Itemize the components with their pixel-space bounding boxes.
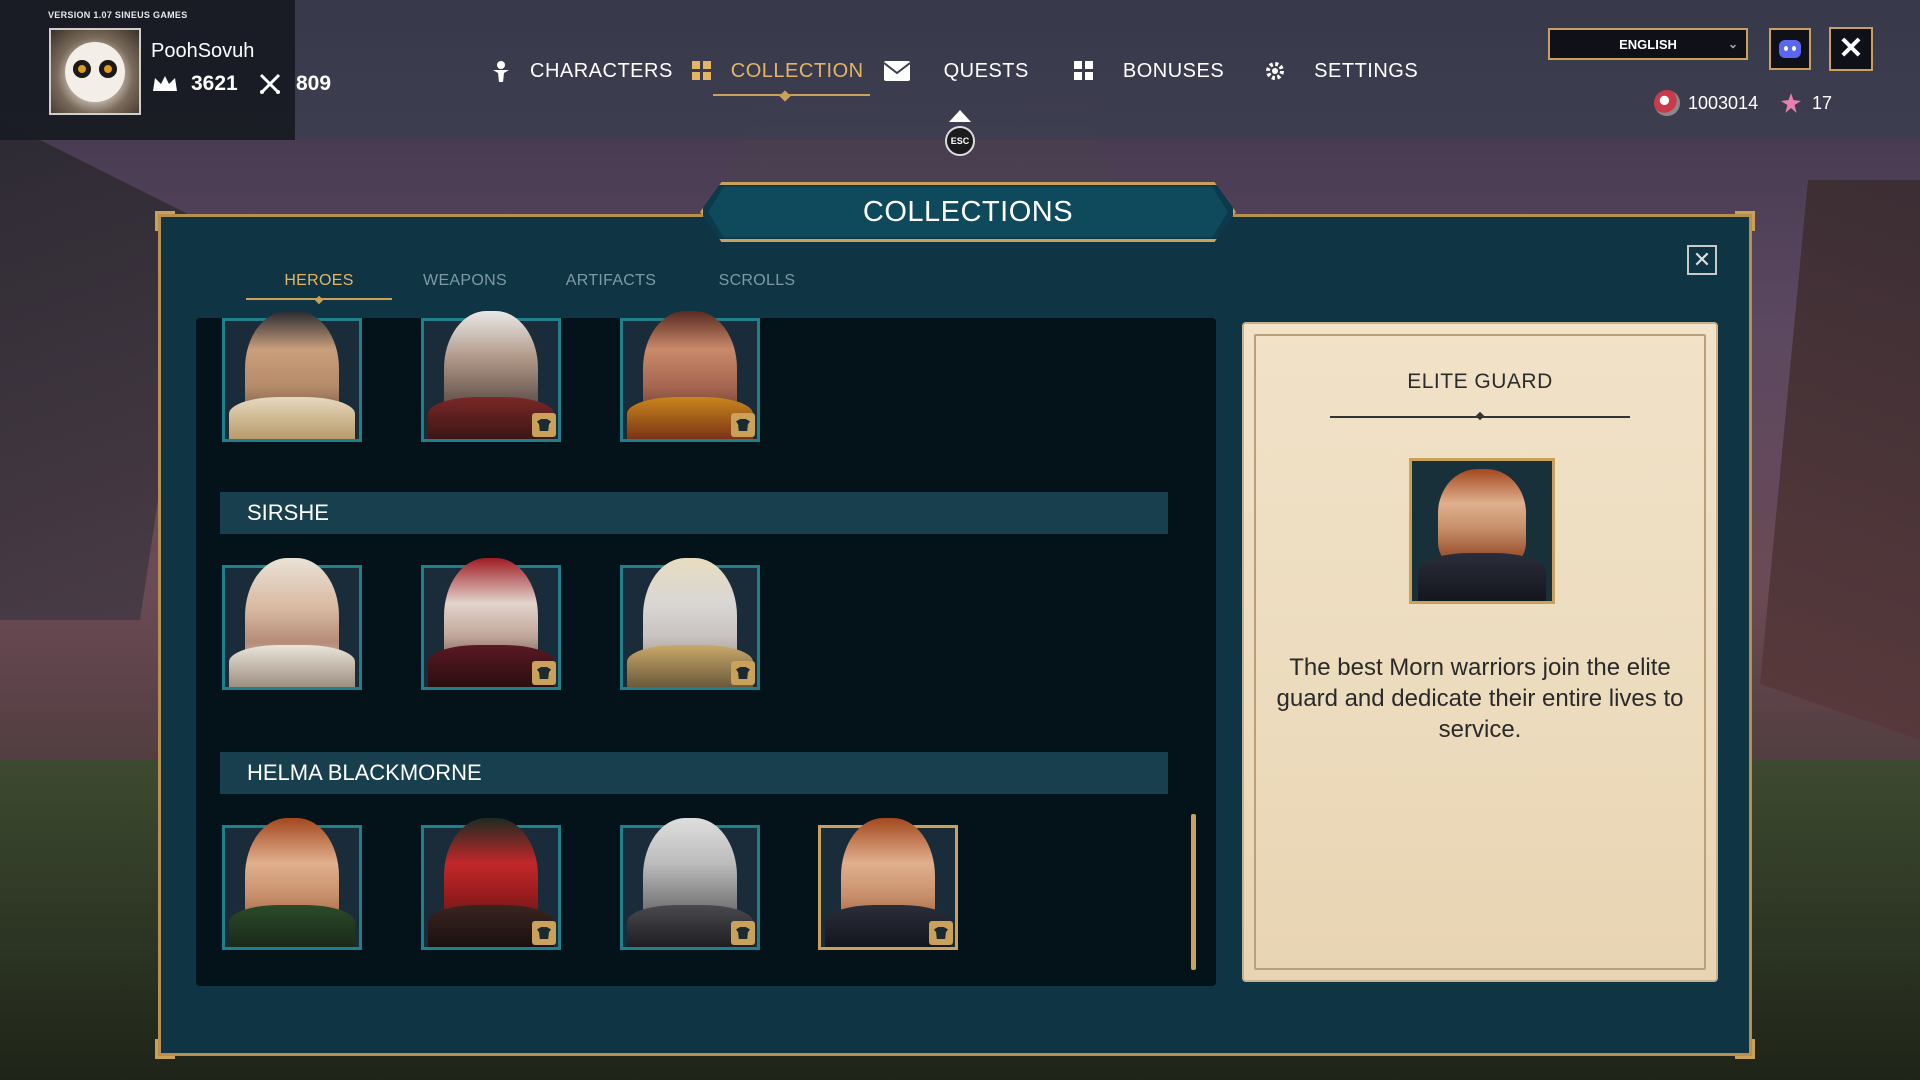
skin-armor — [1418, 553, 1546, 601]
avatar[interactable] — [49, 28, 141, 115]
nav-characters[interactable]: CHARACTERS — [490, 56, 673, 86]
username: PoohSovuh — [151, 40, 255, 62]
tab-artifacts[interactable]: ARTIFACTS — [538, 272, 684, 300]
coin-currency: 1003014 — [1654, 90, 1758, 116]
group-header-helma: HELMA BLACKMORNE — [220, 752, 1168, 794]
hero-armor — [229, 645, 355, 687]
main-nav: CHARACTERS COLLECTION QUESTS BONUSES SET… — [490, 56, 1418, 96]
list-scrollbar[interactable] — [1191, 814, 1196, 970]
profile-panel: VERSION 1.07 SINEUS GAMES PoohSovuh 3621… — [0, 0, 331, 140]
tab-scrolls[interactable]: SCROLLS — [684, 272, 830, 300]
grid-icon — [691, 60, 713, 82]
corner-ornament — [155, 211, 175, 231]
swords-count: 809 — [296, 72, 332, 95]
hero-armor — [229, 905, 355, 947]
outfit-badge-icon — [731, 921, 755, 945]
owl-avatar-icon — [65, 41, 125, 102]
gear-icon — [1264, 60, 1286, 82]
nav-settings[interactable]: SETTINGS — [1264, 56, 1418, 86]
corner-ornament — [155, 1039, 175, 1059]
corner-ornament — [1735, 211, 1755, 231]
skin-description: The best Morn warriors join the elite gu… — [1276, 654, 1684, 743]
exit-game-button[interactable]: ✕ — [1829, 27, 1873, 71]
chevron-down-icon: ⌄ — [1727, 37, 1738, 51]
outfit-badge-icon — [532, 921, 556, 945]
flower-icon — [1778, 90, 1804, 116]
outfit-badge-icon — [532, 413, 556, 437]
nav-collection[interactable]: COLLECTION — [691, 56, 870, 96]
version-label: VERSION 1.07 SINEUS GAMES — [48, 10, 188, 20]
bonuses-grid-icon — [1073, 60, 1095, 82]
crossed-swords-icon — [259, 73, 281, 95]
skin-portrait — [1409, 458, 1555, 604]
nav-settings-label: SETTINGS — [1314, 59, 1419, 82]
crown-count: 3621 — [191, 72, 238, 95]
hero-skin-card[interactable] — [421, 818, 561, 950]
nav-quests[interactable]: QUESTS — [883, 56, 1029, 86]
outfit-badge-icon — [532, 661, 556, 685]
character-icon — [490, 60, 512, 82]
nav-collection-label: COLLECTION — [730, 59, 864, 82]
corner-ornament — [1735, 1039, 1755, 1059]
discord-button[interactable] — [1769, 28, 1811, 70]
hero-skin-card[interactable] — [222, 818, 362, 950]
collection-tabs: HEROES WEAPONS ARTIFACTS SCROLLS — [246, 272, 830, 300]
discord-icon — [1779, 40, 1801, 58]
tab-heroes[interactable]: HEROES — [246, 272, 392, 300]
up-arrow-icon — [949, 110, 971, 122]
coin-icon — [1654, 90, 1680, 116]
coin-amount: 1003014 — [1688, 92, 1759, 113]
nav-bonuses[interactable]: BONUSES — [1073, 56, 1224, 86]
language-select[interactable]: ENGLISH ⌄ — [1548, 28, 1748, 60]
esc-label: ESC — [945, 126, 975, 156]
outfit-badge-icon — [929, 921, 953, 945]
hero-skin-card[interactable] — [620, 818, 760, 950]
swords-stat: 809 — [256, 72, 331, 96]
group-header-sirshe: SIRSHE — [220, 492, 1168, 534]
envelope-icon — [883, 60, 910, 82]
close-icon: ✕ — [1838, 32, 1864, 65]
hero-skin-card[interactable] — [620, 311, 760, 442]
outfit-badge-icon — [731, 661, 755, 685]
close-icon: ✕ — [1692, 247, 1712, 272]
nav-bonuses-label: BONUSES — [1122, 59, 1225, 82]
nav-quests-label: QUESTS — [943, 59, 1029, 82]
crown-icon — [153, 76, 177, 91]
panel-title-banner: COLLECTIONS — [700, 182, 1236, 242]
hero-skin-card[interactable] — [620, 558, 760, 690]
hero-skin-card[interactable] — [222, 311, 362, 442]
hero-skin-card[interactable] — [421, 558, 561, 690]
background-tree-right — [1760, 180, 1920, 740]
hero-skin-card[interactable] — [222, 558, 362, 690]
hero-skin-card-selected[interactable] — [818, 818, 958, 950]
hero-armor — [229, 397, 355, 439]
nav-characters-label: CHARACTERS — [530, 59, 673, 82]
skin-title: ELITE GUARD — [1407, 370, 1553, 393]
panel-title: COLLECTIONS — [862, 195, 1074, 228]
language-value: ENGLISH — [1619, 36, 1677, 52]
crown-stat: 3621 — [151, 72, 238, 96]
skin-detail-card: ELITE GUARD The best Morn warriors join … — [1242, 322, 1718, 982]
title-divider — [1330, 416, 1630, 418]
hero-skin-card[interactable] — [421, 311, 561, 442]
tab-weapons[interactable]: WEAPONS — [392, 272, 538, 300]
flower-amount: 17 — [1812, 92, 1833, 113]
esc-button[interactable]: ESC — [945, 110, 975, 156]
outfit-badge-icon — [731, 413, 755, 437]
panel-close-button[interactable]: ✕ — [1687, 245, 1717, 275]
flower-currency: 17 — [1778, 90, 1832, 116]
